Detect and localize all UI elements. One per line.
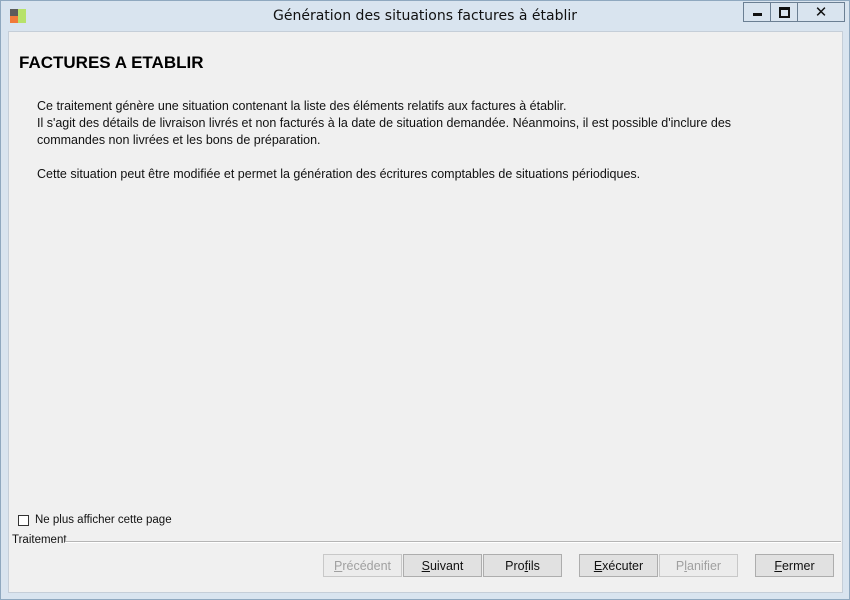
- dont-show-again-checkbox[interactable]: [18, 514, 29, 526]
- description-line-1: Ce traitement génère une situation conte…: [37, 99, 567, 113]
- minimize-icon: [752, 13, 762, 16]
- wizard-panel: FACTURES A ETABLIR Ce traitement génère …: [8, 31, 843, 593]
- description: Ce traitement génère une situation conte…: [37, 98, 797, 183]
- schedule-button[interactable]: Planifier: [659, 554, 738, 577]
- window-title: Génération des situations factures à éta…: [273, 8, 577, 24]
- main-window: Génération des situations factures à éta…: [0, 0, 850, 600]
- previous-button[interactable]: Précédent: [323, 554, 402, 577]
- description-line-2: Il s'agit des détails de livraison livré…: [37, 116, 732, 147]
- maximize-button[interactable]: [770, 2, 798, 22]
- close-icon: ✕: [814, 2, 828, 21]
- next-button[interactable]: Suivant: [403, 554, 482, 577]
- minimize-button[interactable]: [743, 2, 771, 22]
- window-controls: ✕: [743, 2, 845, 23]
- profiles-button[interactable]: Profils: [483, 554, 562, 577]
- treatment-group-divider: [65, 541, 841, 543]
- close-button[interactable]: Fermer: [755, 554, 834, 577]
- execute-button[interactable]: Exécuter: [579, 554, 658, 577]
- close-window-button[interactable]: ✕: [797, 2, 845, 22]
- dont-show-again-option[interactable]: Ne plus afficher cette page: [18, 514, 172, 526]
- dont-show-again-label: Ne plus afficher cette page: [35, 514, 172, 526]
- title-bar[interactable]: Génération des situations factures à éta…: [1, 1, 849, 31]
- maximize-icon: [778, 6, 790, 18]
- treatment-group-label: Traitement: [12, 534, 67, 546]
- page-title: FACTURES A ETABLIR: [19, 53, 204, 72]
- description-line-3: Cette situation peut être modifiée et pe…: [37, 167, 641, 181]
